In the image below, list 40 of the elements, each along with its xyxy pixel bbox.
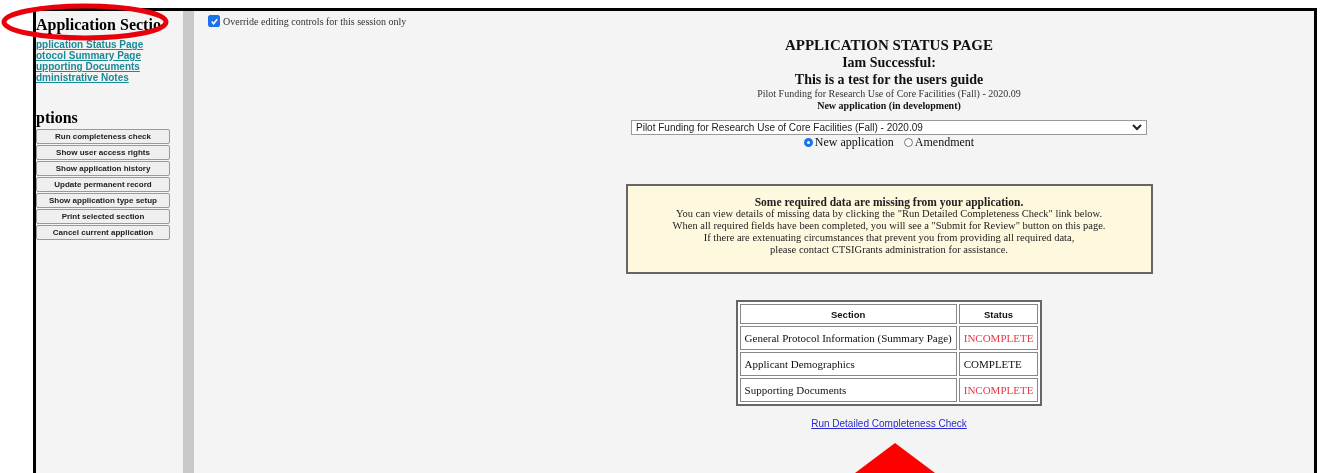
notice-text: You can view details of missing data by clicking the "Run Detailed Completeness Check" link below. (674, 208, 1104, 220)
applicant-name: Iam Successful: (842, 54, 936, 71)
column-header: Section (739, 304, 957, 324)
status-cell: INCOMPLETE (958, 326, 1039, 350)
option-button[interactable]: Print selected section (36, 209, 170, 224)
table-cell: Applicant Demographics (739, 352, 957, 376)
radio-button[interactable] (903, 138, 913, 147)
notice-text: please contact CTSIGrants administration for assistance. (769, 244, 1009, 256)
page-title: APPLICATION STATUS PAGE (784, 37, 994, 54)
notice-heading: Some required data are missing from your application. (753, 196, 1025, 208)
radio-button[interactable] (803, 138, 813, 147)
option-button[interactable]: Update permanent record (36, 177, 170, 192)
status-cell: COMPLETE (958, 352, 1039, 376)
checkbox[interactable] (208, 15, 220, 27)
notice-text: If there are extenuating circumstances that prevent you from providing all required data, (702, 232, 1076, 244)
option-button[interactable]: Run completeness check (36, 129, 170, 144)
program-name: Pilot Funding for Research Use of Core Facilities (Fall) - 2020.09 (757, 88, 1021, 100)
scrollbar[interactable] (183, 11, 194, 473)
program-dropdown[interactable]: Pilot Funding for Research Use of Core Facilities (Fall) - 2020.09 (631, 120, 1147, 135)
status-cell: INCOMPLETE (958, 378, 1039, 402)
option-button[interactable]: Cancel current application (36, 225, 170, 240)
option-button[interactable]: Show application type setup (36, 193, 170, 208)
section-link[interactable]: pplication Status Page (36, 39, 144, 50)
option-button[interactable]: Show user access rights (36, 145, 170, 160)
section-link[interactable]: upporting Documents (36, 61, 140, 72)
radio-label: Amendment (914, 135, 975, 150)
notice-text: When all required fields have been completed, you will see a "Submit for Review" button on this page. (671, 220, 1107, 232)
radio-label: New application (814, 135, 894, 150)
checkbox-label: Override editing controls for this session only (223, 15, 407, 27)
column-header: Status (958, 304, 1039, 324)
application-title: This is a test for the users guide (794, 71, 984, 88)
table-cell: General Protocol Information (Summary Page) (739, 326, 957, 350)
application-state: New application (in development) (817, 100, 961, 112)
section-link[interactable]: dministrative Notes (36, 72, 129, 83)
options-heading: ptions (36, 109, 78, 127)
option-button[interactable]: Show application history (36, 161, 170, 176)
completeness-check-link[interactable]: Run Detailed Completeness Check (811, 418, 967, 429)
chevron-down-icon (1132, 124, 1142, 131)
table-cell: Supporting Documents (739, 378, 957, 402)
section-link[interactable]: otocol Summary Page (36, 50, 142, 61)
